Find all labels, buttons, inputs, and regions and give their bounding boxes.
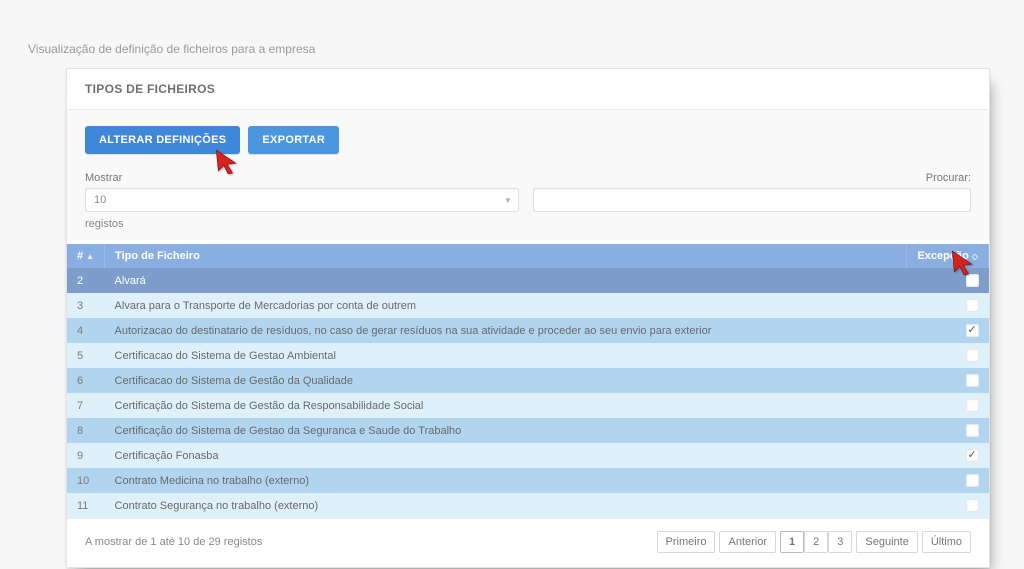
row-tipo: Alvara para o Transporte de Mercadorias … [105, 293, 907, 318]
row-tipo: Certificação do Sistema de Gestao da Seg… [105, 418, 907, 443]
row-excecao-cell [907, 293, 989, 318]
sort-icon: ◇ [972, 252, 978, 261]
row-tipo: Contrato Segurança no trabalho (externo) [105, 493, 907, 518]
table-row[interactable]: 6Certificacao do Sistema de Gestão da Qu… [67, 368, 989, 393]
table-row[interactable]: 4Autorizacao do destinatario de resíduos… [67, 318, 989, 343]
row-excecao-cell [907, 493, 989, 518]
pager-page[interactable]: 1 [780, 531, 804, 553]
row-num: 5 [67, 343, 105, 368]
panel-header: TIPOS DE FICHEIROS [67, 69, 989, 110]
row-excecao-cell [907, 268, 989, 293]
row-num: 4 [67, 318, 105, 343]
exception-checkbox[interactable] [966, 374, 979, 387]
row-excecao-cell [907, 318, 989, 343]
search-label: Procurar: [926, 172, 971, 184]
row-excecao-cell [907, 343, 989, 368]
alter-definitions-button[interactable]: ALTERAR DEFINIÇÕES [85, 126, 240, 154]
row-excecao-cell [907, 393, 989, 418]
page-title: Visualização de definição de ficheiros p… [0, 0, 1024, 68]
table-row[interactable]: 5Certificacao do Sistema de Gestao Ambie… [67, 343, 989, 368]
exception-checkbox[interactable] [966, 299, 979, 312]
page-size-select[interactable]: 10 ▾ [85, 188, 519, 212]
col-tipo[interactable]: Tipo de Ficheiro [105, 244, 907, 268]
row-num: 8 [67, 418, 105, 443]
row-tipo: Contrato Medicina no trabalho (externo) [105, 468, 907, 493]
table-row[interactable]: 10Contrato Medicina no trabalho (externo… [67, 468, 989, 493]
row-tipo: Alvará [105, 268, 907, 293]
exception-checkbox[interactable] [966, 499, 979, 512]
exception-checkbox[interactable] [966, 324, 979, 337]
table-row[interactable]: 8Certificação do Sistema de Gestao da Se… [67, 418, 989, 443]
exception-checkbox[interactable] [966, 399, 979, 412]
exception-checkbox[interactable] [966, 449, 979, 462]
row-num: 3 [67, 293, 105, 318]
row-num: 11 [67, 493, 105, 518]
exception-checkbox[interactable] [966, 474, 979, 487]
pager-next[interactable]: Seguinte [856, 531, 917, 553]
exception-checkbox[interactable] [966, 349, 979, 362]
pager-page[interactable]: 2 [804, 531, 828, 553]
row-num: 10 [67, 468, 105, 493]
table-row[interactable]: 11Contrato Segurança no trabalho (extern… [67, 493, 989, 518]
row-tipo: Certificação Fonasba [105, 443, 907, 468]
row-excecao-cell [907, 443, 989, 468]
row-tipo: Certificacao do Sistema de Gestao Ambien… [105, 343, 907, 368]
row-excecao-cell [907, 368, 989, 393]
table-row[interactable]: 2Alvará [67, 268, 989, 293]
search-input[interactable] [533, 188, 971, 212]
row-num: 2 [67, 268, 105, 293]
pager-first[interactable]: Primeiro [657, 531, 716, 553]
table-row[interactable]: 3Alvara para o Transporte de Mercadorias… [67, 293, 989, 318]
row-excecao-cell [907, 468, 989, 493]
row-tipo: Certificacao do Sistema de Gestão da Qua… [105, 368, 907, 393]
sort-icon: ▲ [86, 252, 94, 261]
row-excecao-cell [907, 418, 989, 443]
pager: Primeiro Anterior 123 Seguinte Último [657, 531, 971, 553]
row-num: 7 [67, 393, 105, 418]
pager-prev[interactable]: Anterior [719, 531, 776, 553]
pager-last[interactable]: Último [922, 531, 971, 553]
file-types-table: #▲ Tipo de Ficheiro Excepção◇ 2Alvará3Al… [67, 244, 989, 518]
chevron-down-icon: ▾ [506, 195, 511, 206]
export-button[interactable]: EXPORTAR [248, 126, 339, 154]
row-tipo: Autorizacao do destinatario de resíduos,… [105, 318, 907, 343]
row-num: 9 [67, 443, 105, 468]
pager-page[interactable]: 3 [828, 531, 852, 553]
page-size-value: 10 [94, 194, 106, 206]
table-info: A mostrar de 1 até 10 de 29 registos [85, 536, 262, 548]
row-tipo: Certificação do Sistema de Gestão da Res… [105, 393, 907, 418]
table-row[interactable]: 9Certificação Fonasba [67, 443, 989, 468]
exception-checkbox[interactable] [966, 424, 979, 437]
show-label: Mostrar [85, 172, 519, 184]
registos-label: registos [85, 218, 519, 230]
row-num: 6 [67, 368, 105, 393]
file-types-panel: TIPOS DE FICHEIROS ALTERAR DEFINIÇÕES EX… [66, 68, 990, 568]
table-row[interactable]: 7Certificação do Sistema de Gestão da Re… [67, 393, 989, 418]
col-excecao[interactable]: Excepção◇ [907, 244, 989, 268]
exception-checkbox[interactable] [966, 274, 979, 287]
col-num[interactable]: #▲ [67, 244, 105, 268]
